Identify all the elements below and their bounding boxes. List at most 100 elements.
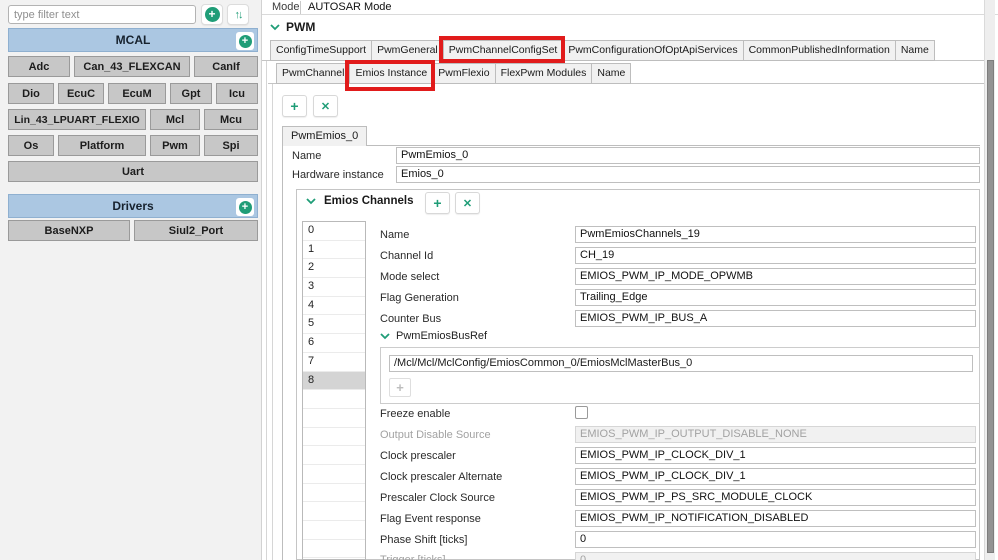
busref-add-button[interactable]: + bbox=[389, 378, 411, 397]
channel-list-item[interactable]: 7 bbox=[303, 353, 365, 372]
panel-border bbox=[266, 61, 267, 560]
counter-bus-field[interactable]: EMIOS_PWM_IP_BUS_A bbox=[575, 310, 976, 327]
tab-commonpublishedinformation[interactable]: CommonPublishedInformation bbox=[742, 40, 895, 61]
channel-list-item-empty[interactable] bbox=[303, 409, 365, 428]
sidebar-item-ecum[interactable]: EcuM bbox=[108, 83, 166, 104]
add-button[interactable]: + bbox=[201, 4, 223, 25]
sidebar-item-icu[interactable]: Icu bbox=[216, 83, 258, 104]
sidebar-item-mcl[interactable]: Mcl bbox=[150, 109, 200, 130]
mode-value[interactable]: AUTOSAR Mode bbox=[308, 1, 392, 13]
flag-generation-label: Flag Generation bbox=[380, 292, 459, 304]
channel-list-item-empty[interactable] bbox=[303, 521, 365, 540]
channel-list-item[interactable]: 3 bbox=[303, 278, 365, 297]
channel-list-item-empty[interactable] bbox=[303, 540, 365, 559]
instance-panel-border-left bbox=[282, 145, 283, 560]
channel-list-item[interactable]: 1 bbox=[303, 241, 365, 260]
phase-shift-label: Phase Shift [ticks] bbox=[380, 534, 468, 546]
channel-list-item[interactable]: 4 bbox=[303, 297, 365, 316]
tab-emios-instance[interactable]: Emios Instance bbox=[345, 60, 436, 91]
sidebar-item-basenxp[interactable]: BaseNXP bbox=[8, 220, 130, 241]
channel-list-item[interactable]: 2 bbox=[303, 259, 365, 279]
sidebar-item-can43flexcan[interactable]: Can_43_FLEXCAN bbox=[74, 56, 190, 77]
phase-shift-field[interactable]: 0 bbox=[575, 531, 976, 548]
counter-bus-label: Counter Bus bbox=[380, 313, 442, 325]
add-icon: + bbox=[396, 380, 404, 395]
mcal-title: MCAL bbox=[115, 33, 151, 47]
busref-path-field[interactable]: /Mcl/Mcl/MclConfig/EmiosCommon_0/EmiosMc… bbox=[389, 355, 973, 372]
busref-section-header[interactable]: PwmEmiosBusRef bbox=[380, 330, 487, 342]
channel-list-item-empty[interactable] bbox=[303, 484, 365, 503]
delete-icon: ✕ bbox=[462, 197, 473, 210]
add-icon: + bbox=[290, 98, 299, 114]
name-field[interactable]: PwmEmios_0 bbox=[396, 147, 980, 164]
output-disable-source-label: Output Disable Source bbox=[380, 429, 491, 441]
sidebar-item-ecuc[interactable]: EcuC bbox=[58, 83, 104, 104]
channel-list-item[interactable]: 0 bbox=[303, 222, 365, 241]
delete-instance-button[interactable]: ✕ bbox=[313, 95, 338, 117]
tab-pwmgeneral[interactable]: PwmGeneral bbox=[371, 40, 443, 61]
sidebar-item-spi[interactable]: Spi bbox=[204, 135, 258, 156]
sidebar-item-uart[interactable]: Uart bbox=[8, 161, 258, 182]
hardware-instance-field[interactable]: Emios_0 bbox=[396, 166, 980, 183]
mode-select-field[interactable]: EMIOS_PWM_IP_MODE_OPWMB bbox=[575, 268, 976, 285]
channel-list-item-empty[interactable] bbox=[303, 390, 365, 409]
channel-list-item[interactable]: 5 bbox=[303, 315, 365, 335]
freeze-enable-checkbox[interactable] bbox=[575, 406, 588, 419]
sidebar-item-os[interactable]: Os bbox=[8, 135, 54, 156]
tab-pwmchannel[interactable]: PwmChannel bbox=[276, 63, 350, 84]
config-tabstrip: ConfigTimeSupport PwmGeneral PwmChannelC… bbox=[270, 36, 935, 63]
mode-separator bbox=[300, 1, 301, 14]
sidebar-item-platform[interactable]: Platform bbox=[58, 135, 146, 156]
clock-prescaler-alternate-label: Clock prescaler Alternate bbox=[380, 471, 503, 483]
vertical-scrollbar[interactable] bbox=[984, 0, 995, 560]
sidebar-item-dio[interactable]: Dio bbox=[8, 83, 54, 104]
channel-id-field[interactable]: CH_19 bbox=[575, 247, 976, 264]
name-label: Name bbox=[292, 150, 322, 162]
add-instance-button[interactable]: + bbox=[282, 95, 307, 117]
channel-list-item-empty[interactable] bbox=[303, 465, 365, 484]
add-circle-icon: + bbox=[238, 34, 252, 48]
pwm-section-header[interactable]: PWM bbox=[270, 20, 315, 34]
tab-pwmchannelconfigset[interactable]: PwmChannelConfigSet bbox=[438, 36, 566, 63]
output-disable-source-field: EMIOS_PWM_IP_OUTPUT_DISABLE_NONE bbox=[575, 426, 976, 443]
emios-channels-header[interactable]: Emios Channels bbox=[306, 195, 413, 207]
channel-list-item-empty[interactable] bbox=[303, 446, 365, 465]
delete-icon: ✕ bbox=[320, 100, 331, 113]
instance-panel-border bbox=[282, 145, 980, 146]
channel-list-item-selected[interactable]: 8 bbox=[303, 371, 365, 391]
flag-event-response-field[interactable]: EMIOS_PWM_IP_NOTIFICATION_DISABLED bbox=[575, 510, 976, 527]
filter-input[interactable] bbox=[8, 5, 196, 24]
mcal-add-button[interactable]: + bbox=[236, 32, 254, 50]
sidebar-item-siul2port[interactable]: Siul2_Port bbox=[134, 220, 258, 241]
hardware-instance-label: Hardware instance bbox=[292, 169, 384, 181]
sidebar-item-lin43lpuartflexio[interactable]: Lin_43_LPUART_FLEXIO bbox=[8, 109, 146, 130]
delete-channel-button[interactable]: ✕ bbox=[455, 192, 480, 214]
prescaler-clock-source-field[interactable]: EMIOS_PWM_IP_PS_SRC_MODULE_CLOCK bbox=[575, 489, 976, 506]
tab-name-sub[interactable]: Name bbox=[591, 63, 632, 84]
tab-pwmflexio[interactable]: PwmFlexio bbox=[432, 63, 495, 84]
channel-list-item-empty[interactable] bbox=[303, 502, 365, 521]
channel-list-item[interactable]: 6 bbox=[303, 334, 365, 353]
sidebar-item-adc[interactable]: Adc bbox=[8, 56, 70, 77]
clock-prescaler-alternate-field[interactable]: EMIOS_PWM_IP_CLOCK_DIV_1 bbox=[575, 468, 976, 485]
channel-list-item-empty[interactable] bbox=[303, 428, 365, 447]
flag-generation-field[interactable]: Trailing_Edge bbox=[575, 289, 976, 306]
sidebar-item-canif[interactable]: CanIf bbox=[194, 56, 258, 77]
sort-button[interactable]: ↑↓ bbox=[227, 4, 249, 25]
mode-bar: Mode AUTOSAR Mode bbox=[262, 0, 998, 15]
tab-flexpwm-modules[interactable]: FlexPwm Modules bbox=[494, 63, 592, 84]
drivers-add-button[interactable]: + bbox=[236, 198, 254, 216]
clock-prescaler-field[interactable]: EMIOS_PWM_IP_CLOCK_DIV_1 bbox=[575, 447, 976, 464]
scrollbar-thumb[interactable] bbox=[987, 60, 994, 553]
add-channel-button[interactable]: + bbox=[425, 192, 450, 214]
sidebar-item-pwm[interactable]: Pwm bbox=[150, 135, 200, 156]
flag-event-response-label: Flag Event response bbox=[380, 513, 481, 525]
sidebar-item-gpt[interactable]: Gpt bbox=[170, 83, 212, 104]
channel-name-field[interactable]: PwmEmiosChannels_19 bbox=[575, 226, 976, 243]
tab-label: Emios Instance bbox=[355, 67, 428, 79]
tab-configtimesupport[interactable]: ConfigTimeSupport bbox=[270, 40, 372, 61]
tab-pwmconfigurationofoptapiservices[interactable]: PwmConfigurationOfOptApiServices bbox=[562, 40, 743, 61]
sidebar-item-mcu[interactable]: Mcu bbox=[204, 109, 258, 130]
tab-name[interactable]: Name bbox=[894, 40, 935, 61]
tab-pwmemios0[interactable]: PwmEmios_0 bbox=[282, 126, 368, 146]
